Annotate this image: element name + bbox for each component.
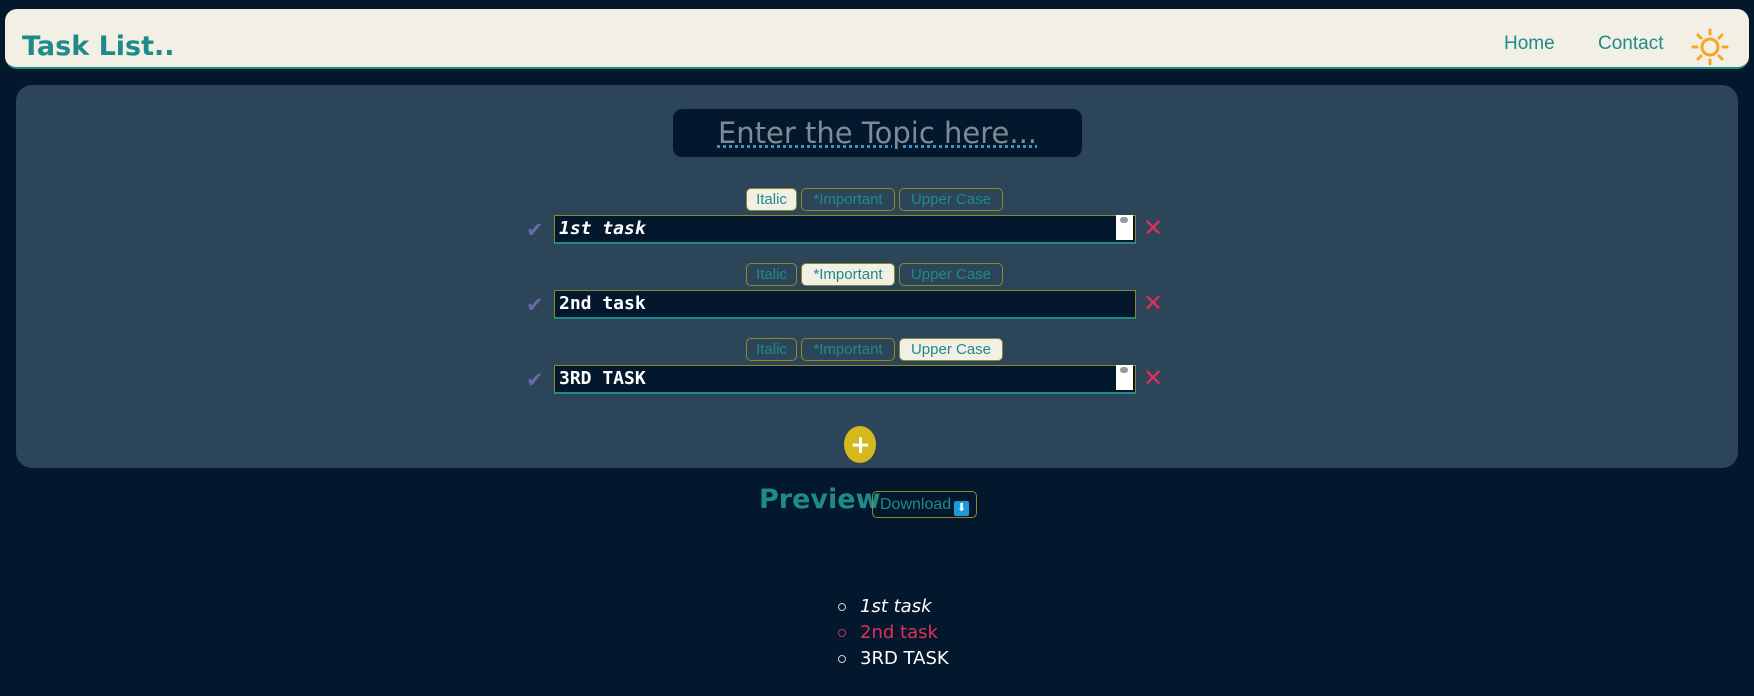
checkmark-icon[interactable]: ✔ — [526, 368, 544, 392]
italic-toggle[interactable]: Italic — [746, 338, 797, 361]
download-arrow-icon: ⬇ — [954, 501, 970, 516]
preview-item: 3RD TASK — [838, 646, 949, 672]
italic-toggle[interactable]: Italic — [746, 263, 797, 286]
checkmark-icon[interactable]: ✔ — [526, 218, 544, 242]
scrollbar[interactable] — [1116, 215, 1133, 240]
important-toggle[interactable]: *Important — [801, 188, 895, 211]
task-editor-panel: Italic *Important Upper Case ✔ 1st task … — [16, 85, 1738, 468]
nav-link-contact[interactable]: Contact — [1598, 33, 1663, 55]
preview-item: 2nd task — [838, 620, 949, 646]
important-toggle[interactable]: *Important — [801, 263, 895, 286]
close-icon[interactable]: ✕ — [1143, 214, 1163, 242]
topic-input[interactable] — [673, 109, 1082, 157]
checkmark-icon[interactable]: ✔ — [526, 293, 544, 317]
preview-title: Preview — [759, 484, 881, 515]
add-task-button[interactable]: + — [844, 426, 876, 463]
navbar: Task List.. Home Contact — [5, 9, 1749, 69]
task-input[interactable]: 1st task — [554, 215, 1136, 244]
close-icon[interactable]: ✕ — [1143, 364, 1163, 392]
scrollbar[interactable] — [1116, 365, 1133, 390]
brand-title[interactable]: Task List.. — [22, 31, 175, 62]
important-toggle[interactable]: *Important — [801, 338, 895, 361]
preview-list: 1st task 2nd task 3RD TASK — [838, 594, 949, 672]
sun-icon[interactable] — [1691, 28, 1729, 66]
italic-toggle[interactable]: Italic — [746, 188, 797, 211]
uppercase-toggle[interactable]: Upper Case — [899, 188, 1003, 211]
download-button[interactable]: Download ⬇ — [872, 491, 978, 518]
download-label: Download — [880, 496, 952, 513]
nav-link-home[interactable]: Home — [1504, 33, 1555, 55]
close-icon[interactable]: ✕ — [1143, 289, 1163, 317]
task-input[interactable]: 3RD TASK — [554, 365, 1136, 394]
uppercase-toggle[interactable]: Upper Case — [899, 338, 1003, 361]
preview-item: 1st task — [838, 594, 949, 620]
uppercase-toggle[interactable]: Upper Case — [899, 263, 1003, 286]
task-input[interactable]: 2nd task — [554, 290, 1136, 319]
